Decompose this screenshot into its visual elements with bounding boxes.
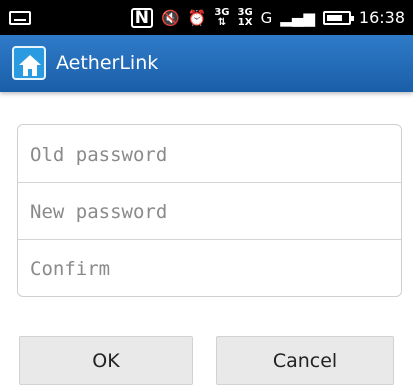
status-time: 16:38 — [358, 8, 405, 27]
home-icon — [12, 46, 46, 80]
3g-data-icon: 3G ⇅ — [214, 6, 230, 28]
confirm-password-field[interactable] — [18, 240, 401, 297]
new-password-field[interactable] — [18, 183, 401, 240]
app-bar: AetherLink — [0, 35, 413, 92]
network-type-label: 3G — [214, 6, 230, 18]
alarm-icon: ⏰ — [187, 8, 207, 27]
mute-icon: 🔇 — [160, 8, 180, 27]
old-password-field[interactable] — [18, 126, 401, 183]
signal-bottom-label: 1X — [237, 16, 253, 28]
g-icon: G — [260, 8, 273, 27]
password-form — [17, 124, 402, 297]
cancel-button[interactable]: Cancel — [216, 336, 394, 385]
status-icons: N 🔇 ⏰ 3G ⇅ 3G 1X G ▂▄▆ 16:38 — [130, 0, 405, 35]
ok-button[interactable]: OK — [19, 336, 193, 385]
keyboard-icon — [9, 11, 31, 25]
status-bar: N 🔇 ⏰ 3G ⇅ 3G 1X G ▂▄▆ 16:38 — [0, 0, 413, 35]
battery-icon — [322, 10, 354, 25]
dual-signal-icon: 3G 1X — [237, 7, 253, 28]
app-title: AetherLink — [56, 52, 159, 74]
signal-bars-icon: ▂▄▆ — [280, 8, 315, 27]
nfc-icon: N — [130, 7, 153, 28]
